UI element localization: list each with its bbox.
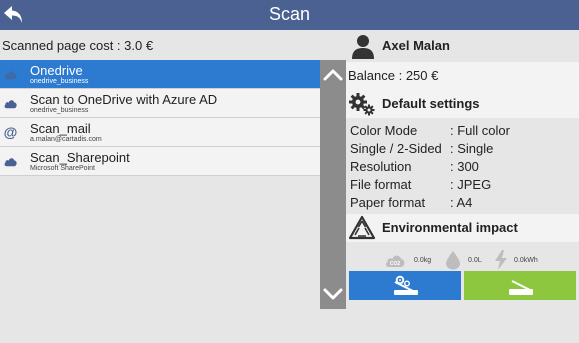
destination-title: Scan_Sharepoint	[30, 150, 130, 165]
setting-sides: Single / 2-Sided : Single	[350, 140, 579, 158]
at-sign-icon: @	[4, 125, 18, 140]
destination-title: Onedrive	[30, 63, 83, 78]
user-icon	[352, 35, 374, 59]
start-scan-button[interactable]	[464, 271, 576, 300]
destination-item-onedrive-azure[interactable]: Scan to OneDrive with Azure AD onedrive_…	[0, 89, 320, 118]
chevron-down-icon	[323, 288, 343, 300]
svg-text:CO2: CO2	[390, 261, 401, 267]
setting-label: File format	[350, 177, 412, 192]
lightning-icon	[495, 250, 507, 270]
destination-item-scan-sharepoint[interactable]: Scan_Sharepoint Microsoft SharePoint	[0, 147, 320, 176]
page-title: Scan	[268, 4, 311, 24]
setting-value: : 300	[450, 159, 479, 174]
water-drop-icon	[446, 251, 460, 270]
destination-title: Scan to OneDrive with Azure AD	[30, 92, 218, 107]
cloud-icon	[4, 100, 17, 109]
setting-paper-format: Paper format : A4	[350, 194, 579, 212]
list-scrollbar[interactable]	[320, 60, 346, 309]
user-row: Axel Malan	[346, 30, 579, 60]
destination-list: Onedrive onedrive_business Scan to OneDr…	[0, 60, 320, 176]
destination-title: Scan_mail	[30, 121, 91, 136]
setting-label: Paper format	[350, 195, 426, 210]
scanner-settings-icon	[394, 275, 418, 295]
info-panel: Axel Malan Balance : 250 € Default setti…	[346, 30, 579, 343]
cloud-icon	[4, 158, 17, 167]
balance-row: Balance : 250 €	[346, 62, 579, 90]
scroll-down-button[interactable]	[320, 281, 346, 307]
gears-icon	[349, 93, 375, 116]
svg-text:@: @	[4, 125, 18, 140]
user-name: Axel Malan	[382, 38, 450, 53]
water-value: 0.0L	[468, 257, 482, 264]
setting-label: Resolution	[350, 159, 412, 174]
destination-subtitle: Microsoft SharePoint	[30, 165, 95, 172]
water-impact: 0.0L	[442, 250, 486, 270]
destination-subtitle: a.malan@cartadis.com	[30, 136, 102, 143]
destination-item-scan-mail[interactable]: @ Scan_mail a.malan@cartadis.com	[0, 118, 320, 147]
scroll-up-button[interactable]	[320, 62, 346, 88]
setting-color-mode: Color Mode : Full color	[350, 122, 579, 140]
default-settings-title: Default settings	[382, 96, 480, 111]
co2-cloud-icon: CO2	[385, 255, 405, 267]
scanned-page-cost: Scanned page cost : 3.0 €	[2, 38, 154, 53]
energy-impact: 0.0kWh	[490, 250, 550, 270]
scanner-icon	[509, 280, 533, 295]
environmental-impact-header: Environmental impact	[346, 214, 579, 242]
scan-settings-button[interactable]	[349, 271, 461, 300]
user-balance: Balance : 250 €	[348, 68, 439, 83]
setting-value: : A4	[450, 195, 473, 210]
cloud-icon	[4, 71, 17, 80]
recycle-warning-icon	[348, 215, 376, 240]
setting-file-format: File format : JPEG	[350, 176, 579, 194]
header-bar: Scan	[0, 0, 579, 30]
chevron-up-icon	[323, 69, 343, 81]
settings-list: Color Mode : Full color Single / 2-Sided…	[350, 122, 579, 212]
destination-item-onedrive[interactable]: Onedrive onedrive_business	[0, 60, 320, 89]
setting-resolution: Resolution : 300	[350, 158, 579, 176]
setting-value: : Single	[450, 141, 494, 156]
setting-value: : Full color	[450, 123, 510, 138]
destination-subtitle: onedrive_business	[30, 78, 89, 85]
environmental-impact-title: Environmental impact	[382, 220, 518, 235]
setting-label: Color Mode	[350, 123, 418, 138]
co2-impact: CO2 0.0kg	[384, 250, 436, 270]
setting-label: Single / 2-Sided	[350, 141, 442, 156]
energy-value: 0.0kWh	[514, 257, 538, 264]
default-settings-header: Default settings	[346, 90, 579, 118]
destination-subtitle: onedrive_business	[30, 107, 89, 114]
setting-value: : JPEG	[450, 177, 492, 192]
co2-value: 0.0kg	[414, 257, 432, 264]
